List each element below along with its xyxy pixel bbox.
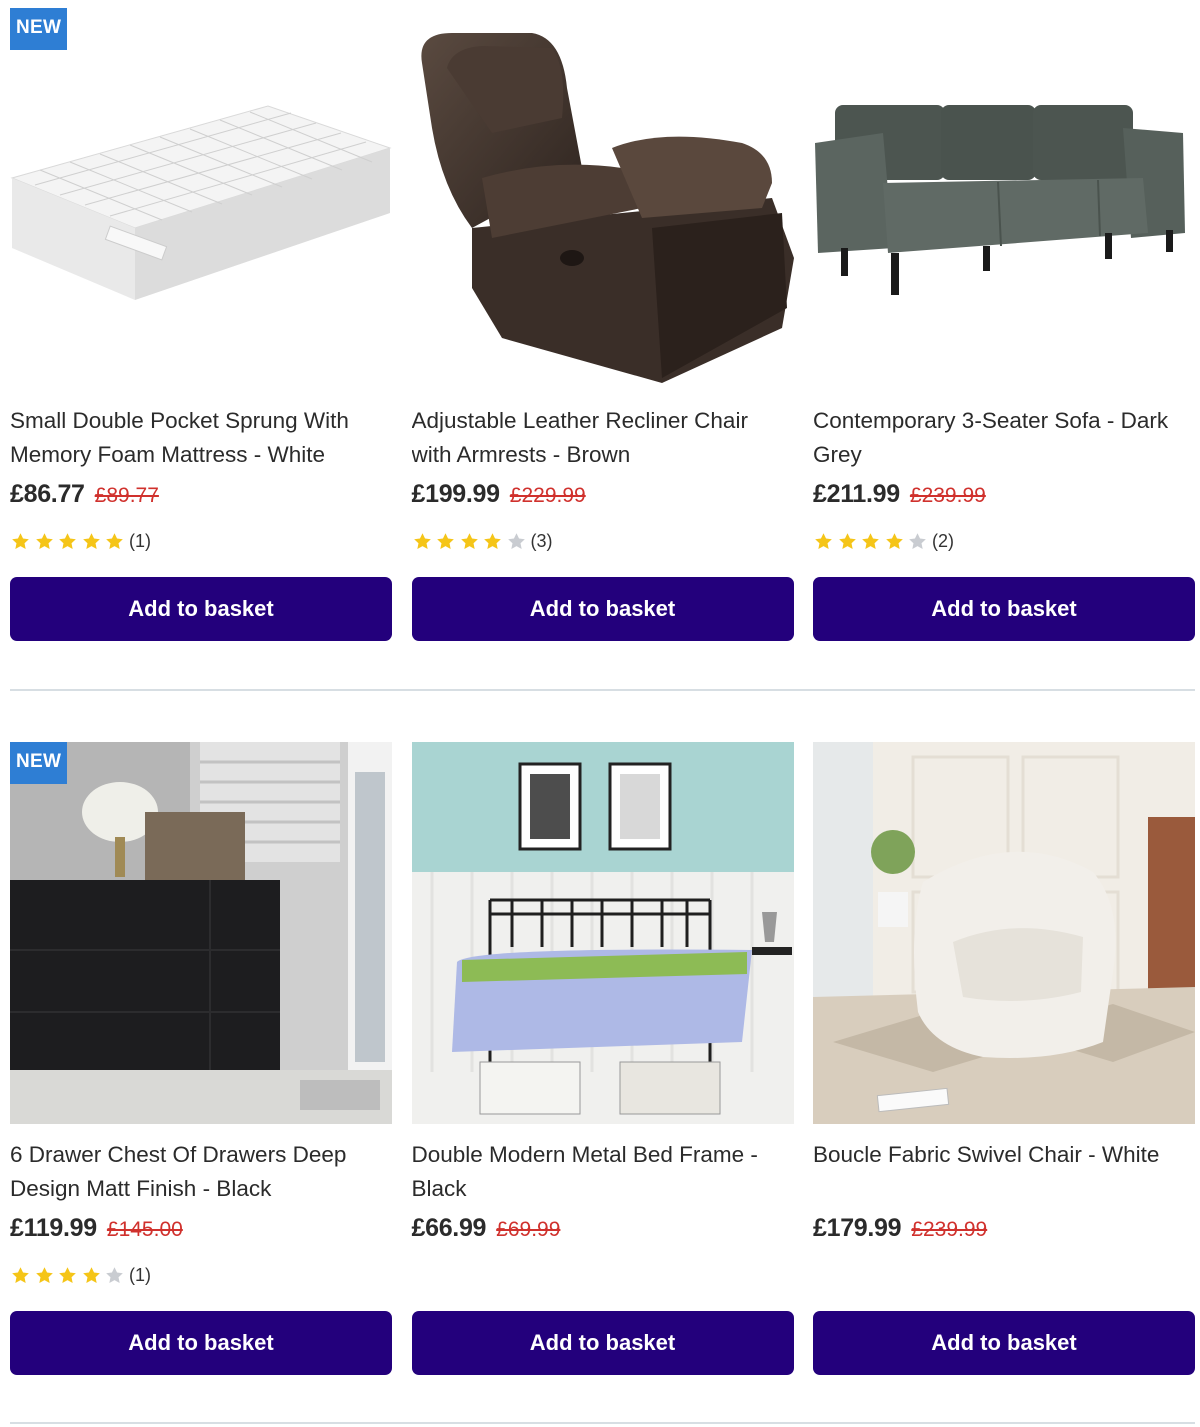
- was-price: £239.99: [911, 1218, 988, 1241]
- star-rating: (1): [10, 529, 151, 553]
- product-card: Double Modern Metal Bed Frame - Black £6…: [411, 742, 794, 1375]
- star-icon: [907, 531, 928, 552]
- product-card: NEW 6 Drawer Chest Of Drawers Deep Desig…: [10, 742, 392, 1375]
- row-divider: [10, 1422, 1195, 1424]
- review-count[interactable]: (2): [932, 531, 954, 552]
- product-row: NEW 6 Drawer Chest Of Drawers Deep Desig…: [10, 742, 1195, 1375]
- product-card: Contemporary 3-Seater Sofa - Dark Grey £…: [813, 8, 1195, 641]
- review-count[interactable]: (3): [530, 531, 552, 552]
- price-line: £179.99 £239.99: [813, 1214, 987, 1250]
- current-price: £211.99: [813, 480, 900, 508]
- star-icon: [104, 531, 125, 552]
- star-icon: [34, 531, 55, 552]
- star-icon: [459, 531, 480, 552]
- star-icon: [435, 531, 456, 552]
- price-line: £211.99 £239.99: [813, 480, 986, 516]
- chest-of-drawers-image[interactable]: NEW: [10, 742, 392, 1124]
- new-badge: NEW: [10, 742, 68, 784]
- product-title[interactable]: Boucle Fabric Swivel Chair - White: [813, 1138, 1183, 1206]
- current-price: £119.99: [10, 1214, 97, 1242]
- bed-frame-image[interactable]: [411, 742, 794, 1124]
- star-icon: [104, 1265, 125, 1286]
- current-price: £199.99: [411, 480, 501, 508]
- star-icon: [482, 531, 503, 552]
- current-price: £66.99: [411, 1214, 487, 1242]
- star-icon: [57, 531, 78, 552]
- star-icon: [81, 1265, 102, 1286]
- star-icon: [837, 531, 858, 552]
- product-title[interactable]: Contemporary 3-Seater Sofa - Dark Grey: [813, 404, 1183, 472]
- product-card: Boucle Fabric Swivel Chair - White £179.…: [813, 742, 1195, 1375]
- price-line: £199.99 £229.99: [412, 480, 586, 516]
- product-title[interactable]: 6 Drawer Chest Of Drawers Deep Design Ma…: [10, 1138, 380, 1206]
- price-line: £86.77 £89.77: [10, 480, 159, 516]
- star-icon: [813, 531, 834, 552]
- add-to-basket-button[interactable]: Add to basket: [411, 577, 794, 641]
- star-icon: [81, 531, 102, 552]
- add-to-basket-button[interactable]: Add to basket: [411, 1311, 794, 1375]
- star-icon: [10, 1265, 31, 1286]
- star-icon: [412, 531, 433, 552]
- was-price: £145.00: [106, 1218, 183, 1241]
- star-icon: [860, 531, 881, 552]
- star-icon: [10, 531, 31, 552]
- review-count[interactable]: (1): [129, 531, 151, 552]
- star-icon: [34, 1265, 55, 1286]
- product-card: NEW Small Double Pocket Sprung With Memo…: [10, 8, 392, 641]
- star-rating: (1): [10, 1263, 151, 1287]
- new-badge: NEW: [10, 8, 68, 50]
- was-price: £239.99: [909, 484, 986, 507]
- product-title[interactable]: Adjustable Leather Recliner Chair with A…: [412, 404, 782, 472]
- product-title[interactable]: Double Modern Metal Bed Frame - Black: [412, 1138, 782, 1206]
- was-price: £229.99: [509, 484, 586, 507]
- add-to-basket-button[interactable]: Add to basket: [10, 1311, 392, 1375]
- mattress-image[interactable]: NEW: [10, 8, 392, 390]
- add-to-basket-button[interactable]: Add to basket: [813, 1311, 1195, 1375]
- swivel-chair-image[interactable]: [813, 742, 1195, 1124]
- star-rating: (3): [412, 529, 552, 553]
- was-price: £69.99: [496, 1218, 561, 1241]
- star-icon: [506, 531, 527, 552]
- row-divider: [10, 689, 1195, 691]
- recliner-image[interactable]: [411, 8, 794, 390]
- sofa-image[interactable]: [813, 8, 1195, 390]
- star-rating: (2): [813, 529, 954, 553]
- add-to-basket-button[interactable]: Add to basket: [813, 577, 1195, 641]
- price-line: £66.99 £69.99: [412, 1214, 561, 1250]
- product-title[interactable]: Small Double Pocket Sprung With Memory F…: [10, 404, 380, 472]
- product-card: Adjustable Leather Recliner Chair with A…: [411, 8, 794, 641]
- was-price: £89.77: [94, 484, 159, 507]
- price-line: £119.99 £145.00: [10, 1214, 183, 1250]
- product-row: NEW Small Double Pocket Sprung With Memo…: [10, 8, 1195, 641]
- star-icon: [884, 531, 905, 552]
- review-count[interactable]: (1): [129, 1265, 151, 1286]
- current-price: £179.99: [813, 1214, 902, 1242]
- current-price: £86.77: [10, 480, 85, 508]
- add-to-basket-button[interactable]: Add to basket: [10, 577, 392, 641]
- star-icon: [57, 1265, 78, 1286]
